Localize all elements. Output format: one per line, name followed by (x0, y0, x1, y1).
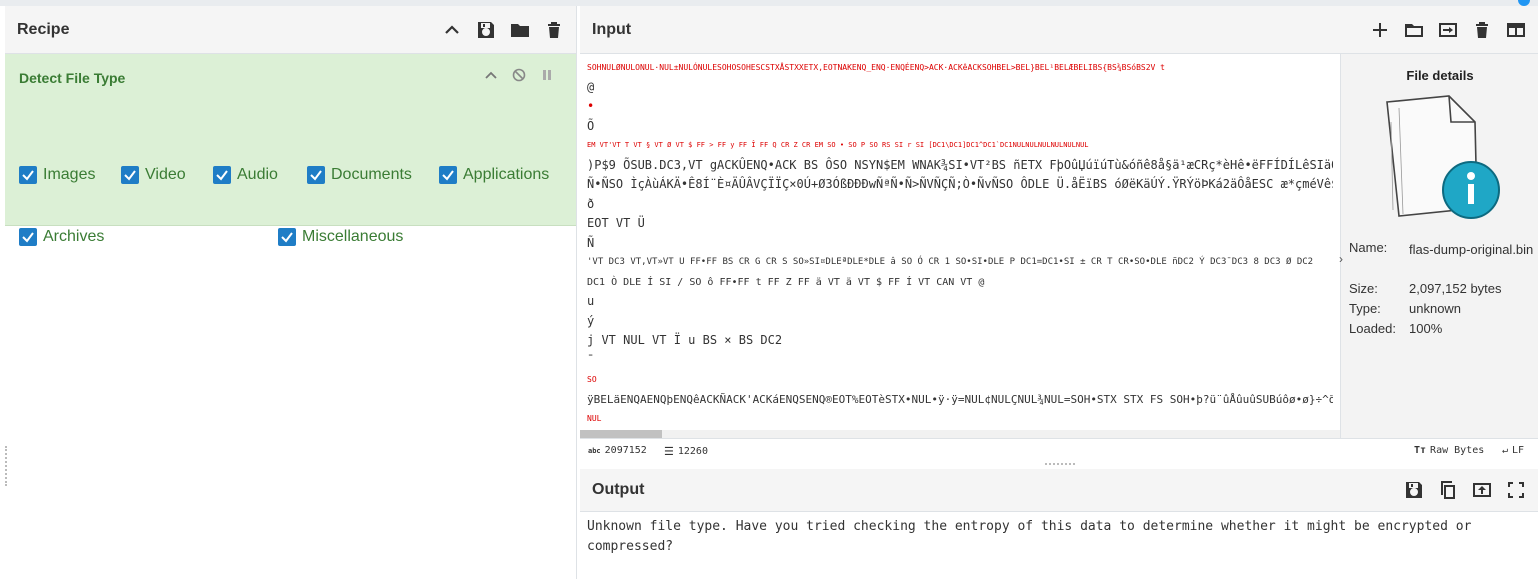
checkmark-icon[interactable] (19, 166, 37, 184)
input-line: Ñ•ÑSO ÌçÀùÁKÄ•Ê8Í¨È¤ÄÛÂVÇÏÏÇ×0Ú+Ø3ÓßÐÐÐw… (587, 177, 1333, 191)
checkmark-icon[interactable] (307, 166, 325, 184)
checkmark-icon[interactable] (19, 228, 37, 246)
checkmark-icon[interactable] (121, 166, 139, 184)
save-output-icon[interactable] (1404, 480, 1424, 500)
file-name-row: Name: flas-dump-original.bin (1349, 240, 1534, 257)
input-textarea[interactable]: SOHNULØNULONUL·NUL±NULÓNULESOHOSOHESCSTX… (580, 54, 1340, 436)
input-line: 'VT DC3 VT,VT»VT U FF•FF BS CR G CR S SO… (587, 257, 1314, 267)
file-loaded-row: Loaded: 100% (1349, 321, 1443, 336)
chevron-up-icon[interactable] (442, 20, 462, 40)
input-line: j VT NUL VT Ï u BS × BS DC2 (587, 333, 783, 347)
text-format-icon: Tт (1414, 445, 1427, 456)
input-line: DC1 Ò DLE Í SI / SO ô FF•FF t FF Z FF ä … (587, 276, 985, 288)
open-file-icon[interactable] (1438, 20, 1458, 40)
checkbox-archives[interactable]: Archives (19, 228, 104, 246)
checkbox-images[interactable]: Images (19, 166, 95, 184)
checkmark-icon[interactable] (439, 166, 457, 184)
input-line: ý (587, 313, 595, 328)
checkbox-documents[interactable]: Documents (307, 166, 412, 184)
input-line: NUL (587, 414, 602, 423)
input-line: u (587, 294, 595, 308)
checkbox-video[interactable]: Video (121, 166, 186, 184)
operation-title: Detect File Type (19, 70, 126, 86)
disable-operation-icon[interactable] (512, 68, 526, 82)
input-line: EOT VT Ü (587, 216, 645, 230)
save-icon[interactable] (476, 20, 496, 40)
maximise-icon[interactable] (1506, 480, 1526, 500)
checkbox-audio[interactable]: Audio (213, 166, 278, 184)
file-size-row: Size: 2,097,152 bytes (1349, 281, 1502, 296)
output-pane: Output Unknown file type. Have you tried… (580, 469, 1538, 579)
input-line: ÿBELäENQAENQþENQêACKÑACK'ACKáENQSENQ®EOT… (587, 392, 1333, 406)
trash-icon[interactable] (544, 20, 564, 40)
output-title: Output (592, 481, 645, 498)
recipe-pane: Recipe Detect File Type Images Video Aud… (5, 6, 577, 579)
output-header: Output (580, 469, 1538, 512)
input-line: Õ (587, 118, 595, 133)
file-info-icon (1386, 95, 1500, 219)
input-title: Input (592, 20, 632, 38)
input-pane: Input SOHNULØNULONUL·NUL±NULÓNULESOHOSOH… (580, 6, 1538, 463)
collapse-operation-icon[interactable] (484, 68, 498, 82)
scrollbar-thumb[interactable] (580, 430, 662, 438)
lines-icon: ☰ (664, 445, 674, 458)
layout-icon[interactable] (1506, 20, 1526, 40)
file-type-row: Type: unknown (1349, 301, 1462, 316)
input-line: EM VT'VT T VT § VT Ø VT $ FF > FF y FF Î… (587, 141, 1089, 149)
length-indicator: abc 2097152 (588, 445, 647, 456)
input-line: )P$9 ÕSUB.DC3,VT gACKÛENQ•ACK BS ÔSO NSY… (587, 157, 1333, 172)
open-folder-icon[interactable] (1404, 20, 1424, 40)
folder-icon[interactable] (510, 20, 530, 40)
collapse-arrow-icon[interactable]: › (1339, 252, 1343, 266)
recipe-header: Recipe (5, 6, 576, 54)
output-textarea[interactable]: Unknown file type. Have you tried checki… (580, 513, 1538, 560)
eol-button[interactable]: ↵ LF (1502, 445, 1524, 456)
add-tab-icon[interactable] (1370, 20, 1390, 40)
lines-indicator: ☰ 12260 (664, 445, 708, 458)
checkmark-icon[interactable] (278, 228, 296, 246)
length-icon: abc (588, 446, 601, 455)
resize-grip[interactable] (1045, 463, 1075, 465)
input-line: @ (587, 79, 595, 94)
file-details-panel: › File details Name: flas-dump-original.… (1339, 54, 1538, 438)
resize-handle[interactable] (5, 446, 9, 486)
file-details-title: File details (1406, 68, 1474, 83)
copy-output-icon[interactable] (1438, 480, 1458, 500)
input-line: ˉ (587, 352, 595, 367)
horizontal-scrollbar[interactable] (580, 430, 1340, 438)
replace-input-icon[interactable] (1472, 480, 1492, 500)
checkmark-icon[interactable] (213, 166, 231, 184)
input-line: ð (587, 196, 595, 211)
input-line: SOHNULØNULONUL·NUL±NULÓNULESOHOSOHESCSTX… (587, 63, 1165, 72)
return-icon: ↵ (1502, 445, 1509, 456)
input-header: Input (580, 6, 1538, 54)
checkbox-applications[interactable]: Applications (439, 166, 549, 184)
input-line: • (587, 99, 595, 113)
input-line: SO (587, 375, 597, 384)
recipe-title: Recipe (17, 20, 70, 38)
input-statusbar: abc 2097152 ☰ 12260 Tт Raw Bytes ↵ LF (580, 438, 1538, 463)
char-encoding-button[interactable]: Tт Raw Bytes (1414, 445, 1484, 456)
pause-operation-icon[interactable] (540, 68, 554, 82)
detect-file-type-operation[interactable]: Detect File Type Images Video Audio Docu… (5, 54, 576, 246)
checkbox-miscellaneous[interactable]: Miscellaneous (278, 228, 403, 246)
clear-input-icon[interactable] (1472, 20, 1492, 40)
input-line: Ñ (587, 235, 595, 250)
